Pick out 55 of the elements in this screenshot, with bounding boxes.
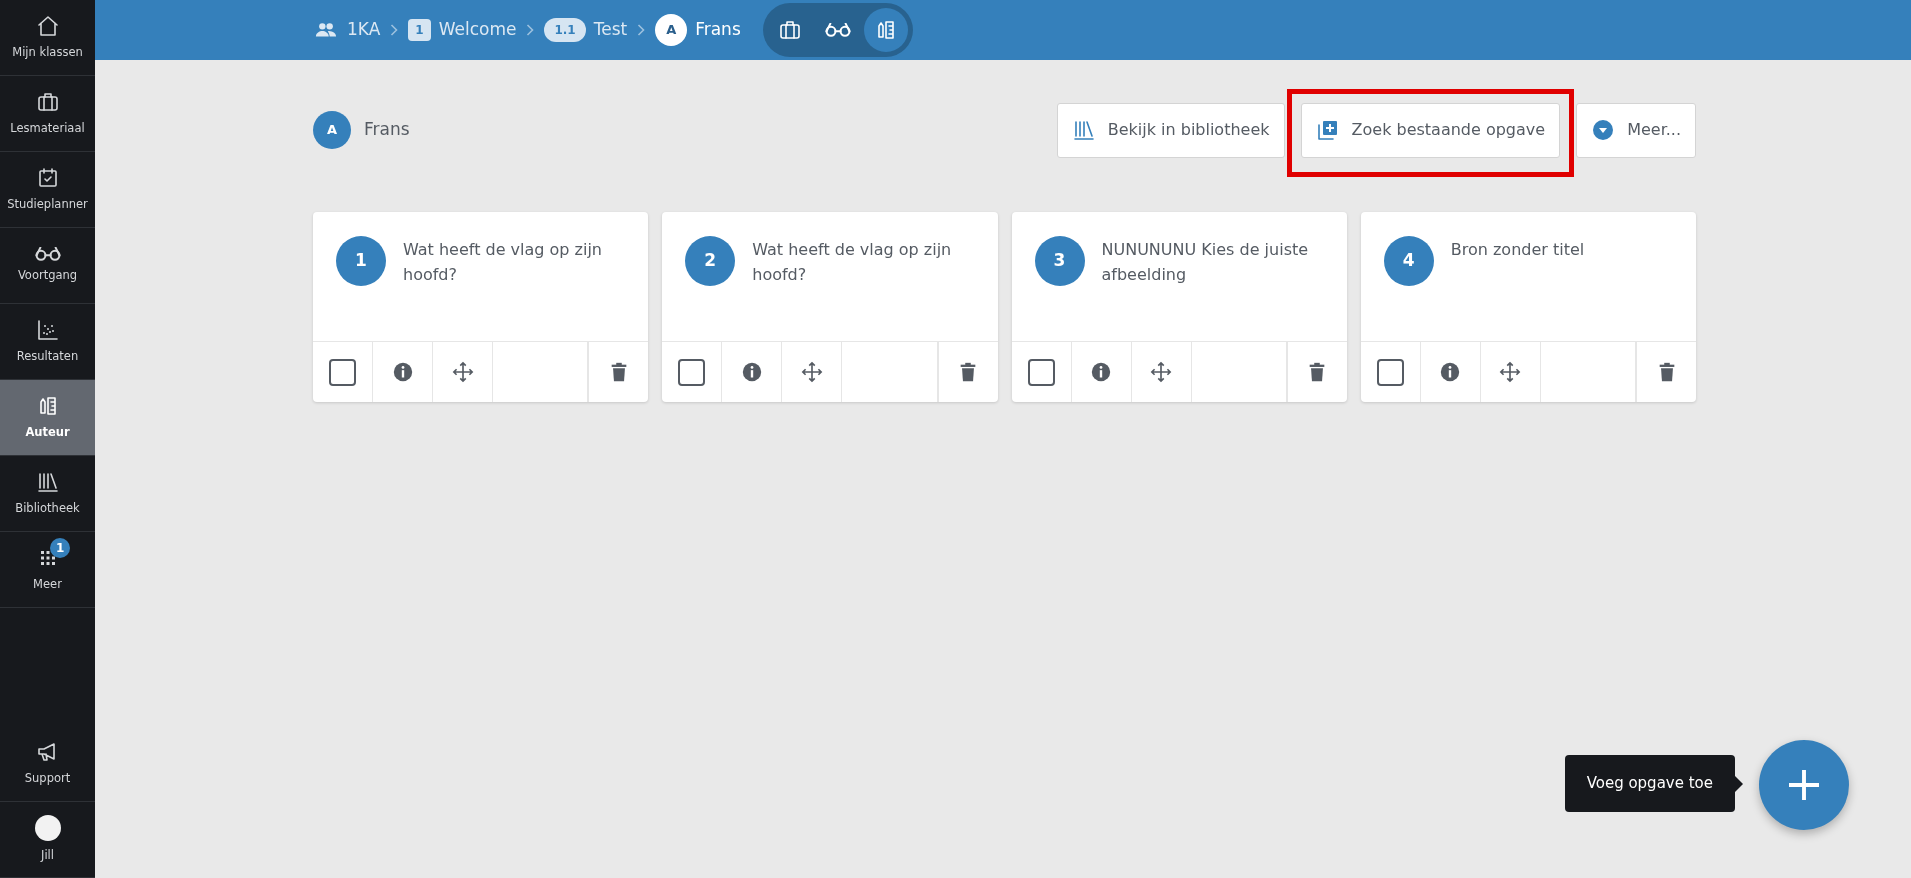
add-copy-icon — [1315, 118, 1340, 142]
notification-badge: 1 — [50, 538, 71, 558]
question-title: Bron zonder titel — [1450, 239, 1585, 261]
move-icon — [1150, 361, 1172, 383]
action-button[interactable]: Zoek bestaande opgave — [1300, 102, 1561, 158]
avatar-icon — [34, 814, 61, 841]
sidebar-item[interactable]: Lesmateriaal — [0, 76, 95, 152]
number-badge: 2 — [685, 236, 736, 286]
sidebar-item[interactable]: Meer 1 — [0, 532, 95, 608]
plus-icon — [1786, 767, 1822, 803]
scatter-plot-icon — [35, 317, 60, 342]
move-icon — [800, 361, 823, 383]
add-button[interactable] — [1759, 740, 1849, 830]
number-badge: 4 — [1383, 236, 1434, 286]
sidebar-item[interactable]: Support — [0, 726, 95, 802]
number-badge: 1 — [336, 236, 386, 286]
page-title: Frans — [364, 118, 410, 142]
info-icon — [740, 361, 763, 383]
checkbox[interactable] — [1376, 358, 1404, 386]
info-icon — [391, 361, 414, 383]
question-title: Wat heeft de vlag op zijn hoofd? — [752, 239, 953, 286]
number-badge: 3 — [1034, 236, 1085, 286]
move-icon — [451, 361, 474, 383]
checkbox[interactable] — [678, 358, 706, 386]
caret-circle-icon — [1591, 118, 1616, 142]
sidebar-item[interactable]: Voortgang — [0, 228, 95, 304]
info-icon — [1090, 361, 1112, 383]
chevron-icon — [637, 24, 646, 36]
mode-button[interactable] — [863, 8, 908, 52]
tooltip: Voeg opgave toe — [1564, 755, 1735, 812]
avatar-initial: A — [313, 111, 351, 149]
books-icon — [1071, 118, 1096, 142]
breadcrumb-link[interactable]: A Frans — [655, 14, 741, 46]
chevron-icon — [390, 24, 399, 36]
checkbox[interactable] — [329, 358, 356, 386]
action-button[interactable]: Bekijk in bibliotheek — [1056, 102, 1285, 158]
number-label: 1 — [408, 19, 431, 41]
chevron-icon — [526, 24, 535, 36]
sidebar-item[interactable]: Auteur — [0, 380, 95, 456]
move-icon — [1499, 361, 1522, 383]
glasses-icon — [824, 23, 851, 37]
question-title: Wat heeft de vlag op zijn hoofd? — [403, 239, 603, 286]
checkbox[interactable] — [1027, 358, 1055, 386]
glasses-icon — [34, 246, 61, 261]
sidebar-item[interactable]: Studieplanner — [0, 152, 95, 228]
tooltip-arrow — [1735, 776, 1743, 792]
sidebar-item[interactable]: Bibliotheek — [0, 456, 95, 532]
home-icon — [35, 13, 60, 38]
number-label: 1.1 — [544, 18, 586, 42]
info-icon — [1439, 361, 1462, 383]
action-button[interactable]: Meer... — [1576, 102, 1696, 158]
avatar-initial: A — [655, 14, 688, 46]
sidebar-item[interactable]: Jill — [0, 802, 95, 878]
question-title: NUNUNUNU Kies de juiste afbeelding — [1101, 239, 1310, 286]
briefcase-icon — [777, 18, 802, 42]
